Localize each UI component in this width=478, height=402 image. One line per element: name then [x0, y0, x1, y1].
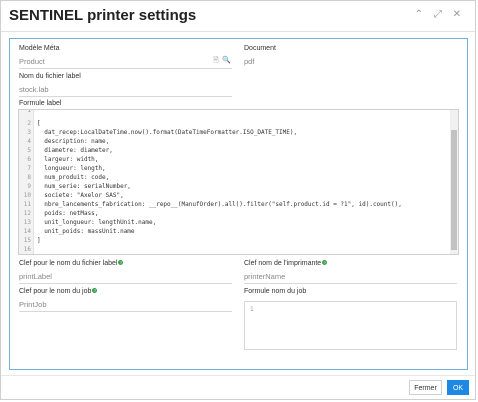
- clef-nom-job-label: Clef pour le nom du job?: [19, 288, 98, 295]
- code-line: 16: [23, 246, 31, 253]
- edit-icon[interactable]: 🗎: [213, 56, 219, 67]
- clef-nom-job-value[interactable]: PrintJob: [19, 300, 47, 309]
- code-line: 8 num_produit: code,: [27, 174, 110, 181]
- formule-label-label: Formule label: [19, 100, 62, 107]
- clef-nom-fichier-label-underline: [19, 283, 232, 284]
- help-icon[interactable]: ?: [322, 260, 328, 265]
- code-line: 5 diametre: diameter,: [27, 147, 113, 154]
- nom-fichier-label-value[interactable]: stock.lab: [19, 85, 49, 94]
- document-label: Document: [244, 45, 276, 52]
- clef-nom-fichier-label-label: Clef pour le nom du fichier label?: [19, 260, 124, 267]
- document-value[interactable]: pdf: [244, 57, 254, 66]
- clef-nom-job-underline: [19, 311, 232, 312]
- clef-nom-imprimante-label: Clef nom de l'imprimante?: [244, 260, 328, 267]
- close-button[interactable]: Fermer: [409, 380, 442, 395]
- clef-nom-fichier-label-value[interactable]: printLabel: [19, 272, 52, 281]
- code-line: 10 societe: "Axelor SAS",: [23, 192, 124, 199]
- code-line: 15]: [23, 237, 41, 244]
- code-line: 4 description: name,: [27, 138, 110, 145]
- modele-meta-underline: [19, 68, 232, 69]
- search-icon[interactable]: 🔍: [222, 56, 231, 64]
- help-icon[interactable]: ?: [118, 260, 124, 265]
- editor-scrollbar[interactable]: [450, 110, 458, 254]
- code-line: 6 largeur: width,: [27, 156, 99, 163]
- window-controls-icon[interactable]: ⌃ ⤢ ✕: [415, 9, 465, 20]
- modele-meta-value[interactable]: Product: [19, 57, 45, 66]
- code-line: 13 unit_longueur: lengthUnit.name,: [23, 219, 157, 226]
- clef-nom-imprimante-underline: [244, 283, 457, 284]
- printer-settings-dialog: SENTINEL printer settings ⌃ ⤢ ✕ Modèle M…: [0, 0, 476, 400]
- code-line: 1: [27, 109, 31, 114]
- dialog-title: SENTINEL printer settings: [9, 7, 197, 24]
- code-line: 2[: [27, 120, 41, 127]
- code-line: 7 longueur: length,: [27, 165, 106, 172]
- formule-label-code-editor[interactable]: 1 2[ 3 dat_recep:LocalDateTime.now().for…: [18, 109, 459, 255]
- modele-meta-label: Modèle Méta: [19, 45, 60, 52]
- editor-scrollbar-thumb[interactable]: [451, 130, 457, 250]
- code-line: 3 dat_recep:LocalDateTime.now().format(D…: [27, 129, 298, 136]
- code-line: 11 nbre_lancements_fabrication: __repo__…: [23, 201, 402, 208]
- clef-nom-imprimante-value[interactable]: printerName: [244, 272, 285, 281]
- formule-nom-job-editor[interactable]: 1: [244, 301, 457, 350]
- ok-button[interactable]: OK: [447, 380, 469, 395]
- help-icon[interactable]: ?: [92, 288, 98, 293]
- code-line: 9 num_serie: serialNumber,: [27, 183, 131, 190]
- formule-nom-job-label: Formule nom du job: [244, 288, 307, 295]
- nom-fichier-label-underline: [19, 96, 232, 97]
- code-line: 14 unit_poids: massUnit.name: [23, 228, 135, 235]
- footer-divider: [1, 375, 475, 376]
- header-divider: [1, 31, 475, 32]
- nom-fichier-label-label: Nom du fichier label: [19, 73, 81, 80]
- code-line: 12 poids: netMass,: [23, 210, 99, 217]
- line-number: 1: [250, 306, 254, 313]
